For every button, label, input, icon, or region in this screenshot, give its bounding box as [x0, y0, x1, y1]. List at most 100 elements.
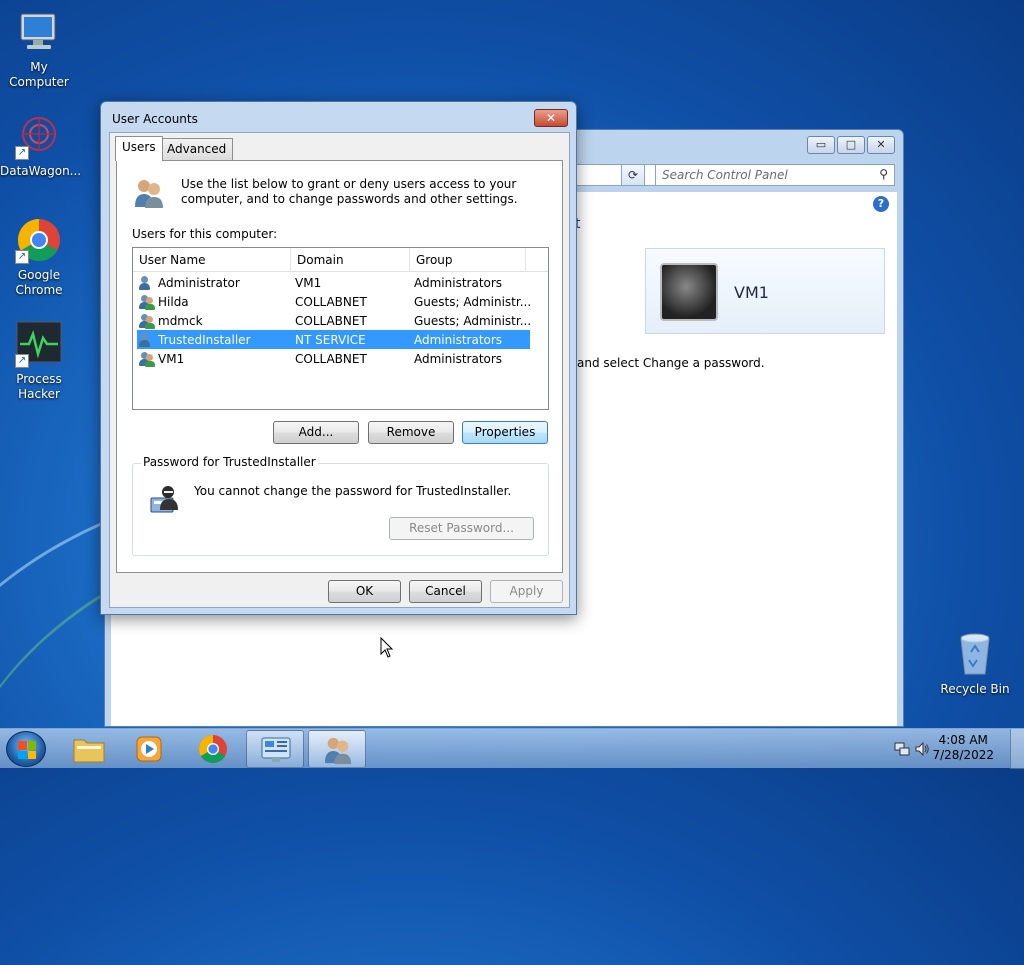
- refresh-button[interactable]: ⟳: [621, 164, 645, 186]
- close-button[interactable]: ✕: [867, 136, 895, 154]
- dialog-title: User Accounts: [112, 112, 198, 126]
- remove-user-button[interactable]: Remove: [368, 421, 454, 444]
- clock-time: 4:08 AM: [938, 733, 988, 747]
- maximize-button[interactable]: □: [837, 136, 865, 154]
- desktop-icon-my-computer[interactable]: My Computer: [0, 8, 78, 90]
- domain-user-icon: [139, 351, 155, 367]
- datawagon-icon: ↗: [15, 112, 63, 160]
- users-icon: [133, 177, 165, 209]
- row-domain: VM1: [295, 275, 322, 290]
- taskbar-user-accounts[interactable]: [308, 730, 366, 768]
- row-group: Administrators: [414, 332, 503, 347]
- intro-text: Use the list below to grant or deny user…: [181, 177, 518, 206]
- shortcut-arrow-icon: ↗: [15, 250, 29, 264]
- recycle-bin-icon: [951, 630, 999, 678]
- user-accounts-dialog[interactable]: User Accounts ✕ Users Advanced Use the l…: [100, 101, 577, 615]
- column-header-filler: [526, 248, 548, 272]
- start-button[interactable]: [6, 731, 46, 767]
- list-header: User Name Domain Group: [133, 248, 548, 272]
- table-row[interactable]: Hilda COLLABNET Guests; Administr...: [137, 292, 530, 311]
- user-picture[interactable]: [660, 263, 718, 321]
- show-desktop-button[interactable]: [1010, 729, 1024, 769]
- dialog-body: Users Advanced Use the list below to gra…: [109, 132, 570, 608]
- user-card: VM1: [645, 248, 885, 334]
- password-message: You cannot change the password for Trust…: [194, 484, 512, 498]
- column-header-domain[interactable]: Domain: [291, 248, 410, 272]
- ok-button[interactable]: OK: [328, 580, 401, 603]
- user-icon: [139, 275, 155, 291]
- desktop-icon-datawagon[interactable]: ↗ DataWagon...: [0, 112, 82, 179]
- table-row[interactable]: VM1 COLLABNET Administrators: [137, 349, 530, 368]
- help-icon[interactable]: ?: [873, 196, 889, 212]
- users-icon: [324, 737, 352, 765]
- taskbar-media-player[interactable]: [120, 730, 178, 768]
- desktop-icon-label: Process Hacker: [16, 372, 62, 401]
- desktop-icon-recycle-bin[interactable]: Recycle Bin: [936, 630, 1014, 697]
- search-icon[interactable]: ⚲: [879, 167, 888, 181]
- media-player-icon: [136, 736, 162, 762]
- row-domain: COLLABNET: [295, 351, 367, 366]
- tab-users[interactable]: Users: [115, 136, 163, 161]
- user-name: VM1: [734, 283, 769, 302]
- refresh-icon: ⟳: [627, 168, 639, 182]
- row-domain: NT SERVICE: [295, 332, 366, 347]
- apply-button[interactable]: Apply: [490, 580, 563, 603]
- desktop-icon-label: Recycle Bin: [940, 682, 1010, 696]
- network-icon[interactable]: [894, 741, 910, 757]
- users-tab-panel: Use the list below to grant or deny user…: [116, 160, 563, 573]
- properties-button[interactable]: Properties: [462, 421, 548, 444]
- shortcut-arrow-icon: ↗: [15, 146, 29, 160]
- folder-icon: [73, 739, 105, 763]
- table-row-selected[interactable]: TrustedInstaller NT SERVICE Administrato…: [137, 330, 530, 349]
- taskbar-control-panel[interactable]: [246, 730, 304, 768]
- row-user-name: mdmck: [158, 313, 203, 328]
- password-group: Password for TrustedInstaller You cannot…: [132, 455, 549, 556]
- instruction-text: and select Change a password.: [577, 356, 765, 370]
- desktop-icon-process-hacker[interactable]: ↗ Process Hacker: [0, 320, 78, 402]
- column-header-user-name[interactable]: User Name: [133, 248, 291, 272]
- reset-password-button[interactable]: Reset Password...: [389, 517, 534, 540]
- windows-logo-icon: [18, 741, 36, 759]
- close-button[interactable]: ✕: [534, 109, 568, 127]
- domain-user-icon: [139, 294, 155, 310]
- window-controls: ▭ □ ✕: [807, 136, 895, 154]
- clock[interactable]: 4:08 AM 7/28/2022: [932, 733, 994, 763]
- row-domain: COLLABNET: [295, 313, 367, 328]
- system-tray: 4:08 AM 7/28/2022: [884, 729, 1024, 769]
- desktop-icon-label: DataWagon...: [0, 164, 82, 178]
- taskbar-chrome[interactable]: [184, 730, 242, 768]
- taskbar: 4:08 AM 7/28/2022: [0, 728, 1024, 769]
- users-list-label: Users for this computer:: [132, 227, 278, 241]
- chrome-icon: [198, 735, 227, 764]
- clock-date: 7/28/2022: [932, 748, 994, 762]
- minimize-button[interactable]: ▭: [807, 136, 835, 154]
- search-input[interactable]: Search Control Panel ⚲: [655, 164, 895, 186]
- tab-advanced[interactable]: Advanced: [160, 138, 234, 160]
- shortcut-arrow-icon: ↗: [15, 354, 29, 368]
- table-row[interactable]: mdmck COLLABNET Guests; Administr...: [137, 311, 530, 330]
- row-group: Guests; Administr...: [414, 294, 530, 309]
- search-placeholder: Search Control Panel: [662, 168, 788, 182]
- computer-icon: [15, 8, 63, 56]
- add-user-button[interactable]: Add...: [273, 421, 359, 444]
- row-user-name: VM1: [158, 351, 185, 366]
- desktop-icon-chrome[interactable]: ↗ Google Chrome: [0, 216, 78, 298]
- column-header-group[interactable]: Group: [410, 248, 526, 272]
- volume-icon[interactable]: [914, 741, 930, 757]
- password-group-label: Password for TrustedInstaller: [141, 455, 318, 469]
- control-panel-icon: [261, 737, 291, 762]
- row-group: Administrators: [414, 351, 503, 366]
- domain-user-icon: [139, 313, 155, 329]
- chrome-icon: ↗: [15, 216, 63, 264]
- process-hacker-icon: ↗: [15, 320, 63, 368]
- users-list-view[interactable]: User Name Domain Group Administrator VM1…: [132, 247, 549, 410]
- table-row[interactable]: Administrator VM1 Administrators: [137, 273, 530, 292]
- desktop-icon-label: Google Chrome: [15, 268, 63, 297]
- taskbar-explorer[interactable]: [60, 730, 118, 768]
- service-user-icon: [139, 332, 155, 348]
- row-group: Guests; Administr...: [414, 313, 530, 328]
- row-user-name: Hilda: [158, 294, 189, 309]
- cancel-button[interactable]: Cancel: [409, 580, 482, 603]
- row-user-name: Administrator: [158, 275, 240, 290]
- password-user-icon: [149, 482, 181, 514]
